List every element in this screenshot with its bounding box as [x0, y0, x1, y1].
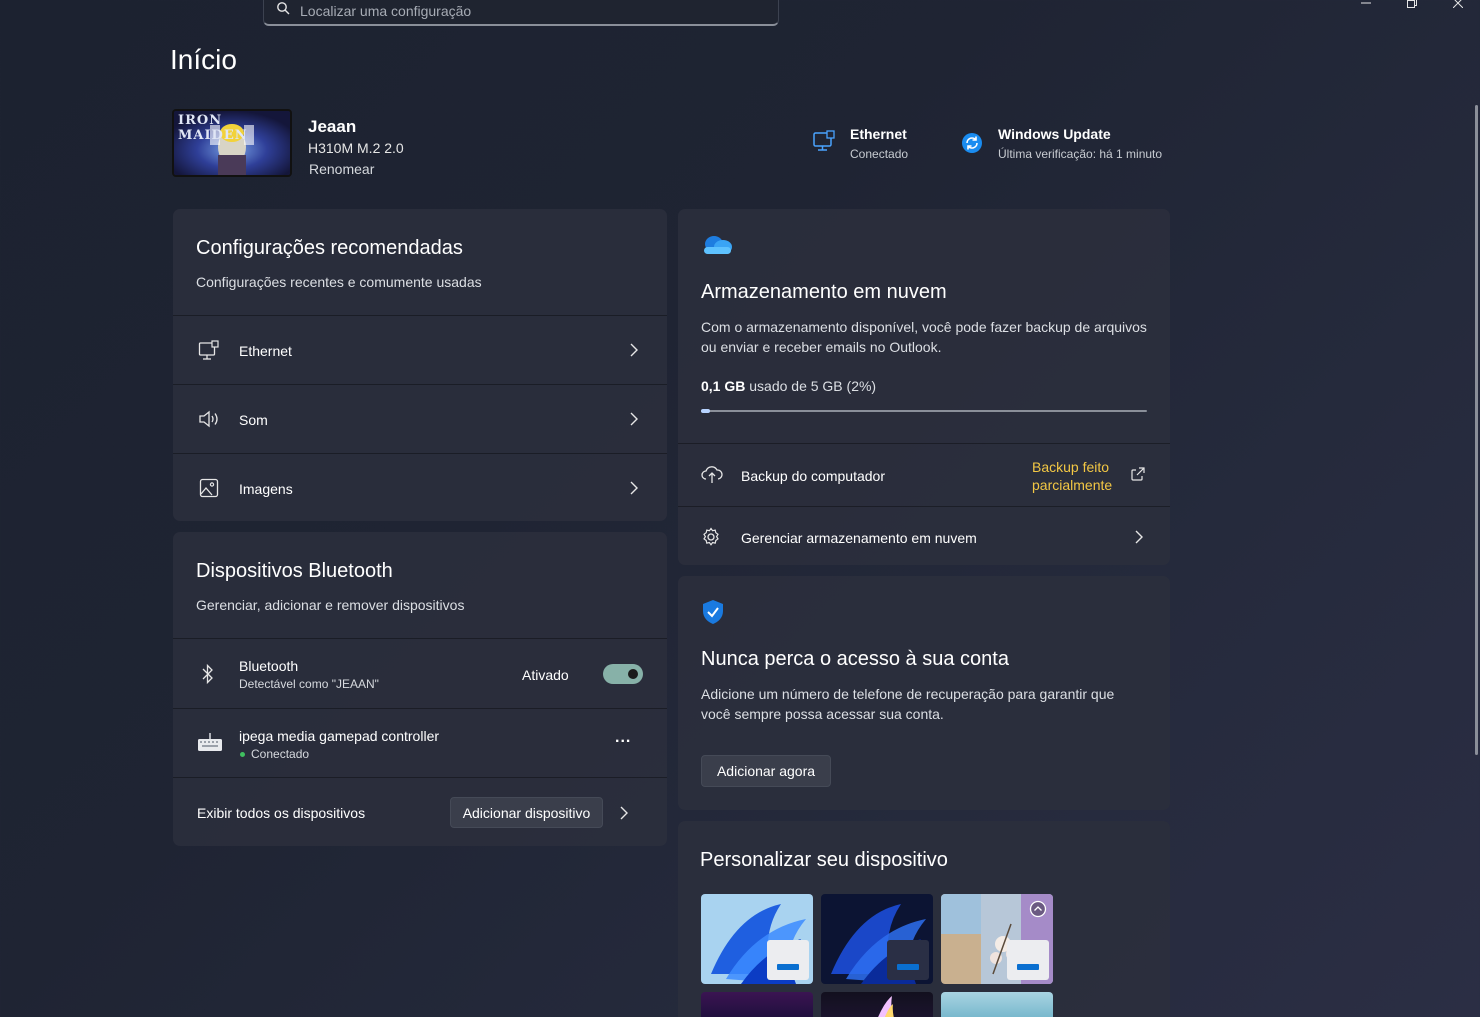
- bluetooth-toggle[interactable]: [603, 664, 643, 684]
- add-now-button[interactable]: Adicionar agora: [701, 755, 831, 787]
- bluetooth-icon: [201, 663, 215, 690]
- chevron-right-icon: [629, 481, 639, 500]
- recommended-item-som[interactable]: Som: [173, 385, 667, 453]
- view-all-devices-link[interactable]: Exibir todos os dispositivos: [197, 805, 365, 821]
- recommended-subtitle: Configurações recentes e comumente usada…: [196, 274, 482, 290]
- bluetooth-toggle-row: Bluetooth Detectável como "JEAAN" Ativad…: [173, 639, 667, 708]
- search-icon: [276, 0, 290, 20]
- minimize-icon: [1361, 0, 1371, 11]
- scrollbar[interactable]: [1475, 105, 1478, 755]
- personalize-title: Personalizar seu dispositivo: [700, 849, 948, 871]
- restore-icon: [1407, 0, 1417, 11]
- shield-check-icon: [701, 599, 725, 630]
- cloud-title: Armazenamento em nuvem: [701, 281, 947, 303]
- rename-link[interactable]: Renomear: [309, 161, 374, 177]
- windows-update-title[interactable]: Windows Update: [998, 126, 1111, 142]
- cloud-storage-card: Armazenamento em nuvem Com o armazenamen…: [678, 209, 1170, 565]
- recommended-item-imagens[interactable]: Imagens: [173, 454, 667, 521]
- personalize-card: Personalizar seu dispositivo: [678, 821, 1170, 1017]
- bluetooth-label: Bluetooth: [239, 658, 299, 674]
- backup-label: Backup do computador: [741, 468, 885, 484]
- ethernet-status-icon: [812, 130, 836, 159]
- windows-update-icon: [961, 132, 983, 159]
- theme-thumbnail-glow[interactable]: [821, 992, 933, 1017]
- recommended-item-label: Som: [239, 412, 268, 428]
- bluetooth-card-subtitle: Gerenciar, adicionar e remover dispositi…: [196, 597, 465, 613]
- gear-icon: [701, 527, 721, 552]
- theme-thumbnail-purple[interactable]: [701, 992, 813, 1017]
- account-title: Nunca perca o acesso à sua conta: [701, 648, 1009, 670]
- close-button[interactable]: [1435, 0, 1480, 12]
- manage-cloud-row[interactable]: Gerenciar armazenamento em nuvem: [678, 507, 1170, 565]
- theme-thumbnail-lake[interactable]: [941, 992, 1053, 1017]
- ethernet-status-sub: Conectado: [850, 147, 909, 161]
- account-description: Adicione um número de telefone de recupe…: [701, 686, 1115, 722]
- device-status: Conectado: [251, 747, 310, 761]
- bluetooth-state-label: Ativado: [522, 667, 569, 683]
- cloud-description: Com o armazenamento disponível, você pod…: [701, 319, 1147, 355]
- image-icon: [199, 478, 219, 503]
- cloud-used-rest: usado de 5 GB (2%): [745, 378, 877, 394]
- theme-thumbnail-flower[interactable]: [941, 894, 1053, 984]
- backup-row[interactable]: Backup do computador Backup feito parcia…: [678, 444, 1170, 506]
- bluetooth-devices-card: Dispositivos Bluetooth Gerenciar, adicio…: [173, 532, 667, 846]
- connected-dot: [240, 752, 245, 757]
- ethernet-icon: [198, 340, 220, 367]
- bluetooth-discoverable-text: Detectável como "JEAAN": [239, 677, 379, 691]
- cloud-usage-bar: [701, 409, 1147, 413]
- add-device-button[interactable]: Adicionar dispositivo: [450, 797, 603, 828]
- maximize-button[interactable]: [1389, 0, 1435, 12]
- recommended-item-label: Ethernet: [239, 343, 292, 359]
- recommended-item-label: Imagens: [239, 481, 293, 497]
- ethernet-status-title[interactable]: Ethernet: [850, 126, 907, 142]
- device-name: ipega media gamepad controller: [239, 728, 440, 744]
- theme-thumbnail-dark[interactable]: [821, 894, 933, 984]
- chevron-right-icon: [629, 412, 639, 431]
- cloud-usage-text: 0,1 GB usado de 5 GB (2%): [701, 378, 876, 394]
- user-name: Jeaan: [308, 117, 357, 136]
- cloud-upload-icon: [701, 464, 723, 489]
- timer-icon: [1029, 900, 1047, 923]
- search-box[interactable]: [263, 0, 779, 26]
- onedrive-cloud-icon: [701, 234, 733, 261]
- windows-update-sub: Última verificação: há 1 minuto: [998, 147, 1163, 161]
- theme-thumbnail-light[interactable]: [701, 894, 813, 984]
- backup-status: Backup feito parcialmente: [1032, 459, 1113, 493]
- device-wallpaper-image[interactable]: IRON MAIDEN: [172, 109, 292, 177]
- minimize-button[interactable]: [1343, 0, 1389, 12]
- theme-preview-window: [767, 940, 809, 980]
- chevron-right-icon: [629, 343, 639, 362]
- speaker-icon: [198, 409, 220, 434]
- bluetooth-card-title: Dispositivos Bluetooth: [196, 560, 393, 582]
- close-icon: [1452, 0, 1464, 11]
- avatar-logo-text: IRON MAIDEN: [178, 113, 248, 143]
- recommended-item-ethernet[interactable]: Ethernet: [173, 316, 667, 384]
- manage-cloud-label: Gerenciar armazenamento em nuvem: [741, 530, 977, 546]
- keyboard-icon: [197, 731, 223, 758]
- theme-preview-window: [887, 940, 929, 980]
- theme-preview-window: [1007, 940, 1049, 980]
- recommended-title: Configurações recomendadas: [196, 237, 463, 259]
- external-link-icon: [1131, 467, 1145, 486]
- search-input[interactable]: [300, 2, 740, 19]
- chevron-right-icon: [1134, 530, 1144, 549]
- more-options-button[interactable]: ...: [615, 729, 631, 747]
- chevron-right-icon[interactable]: [619, 806, 629, 825]
- cloud-used-amount: 0,1 GB: [701, 378, 746, 394]
- page-title: Início: [170, 44, 237, 75]
- account-recovery-card: Nunca perca o acesso à sua conta Adicion…: [678, 576, 1170, 810]
- device-row-gamepad[interactable]: ipega media gamepad controller Conectado…: [173, 709, 667, 777]
- cloud-usage-fill: [701, 409, 710, 413]
- recommended-settings-card: Configurações recomendadas Configurações…: [173, 209, 667, 521]
- device-model: H310M M.2 2.0: [308, 140, 404, 156]
